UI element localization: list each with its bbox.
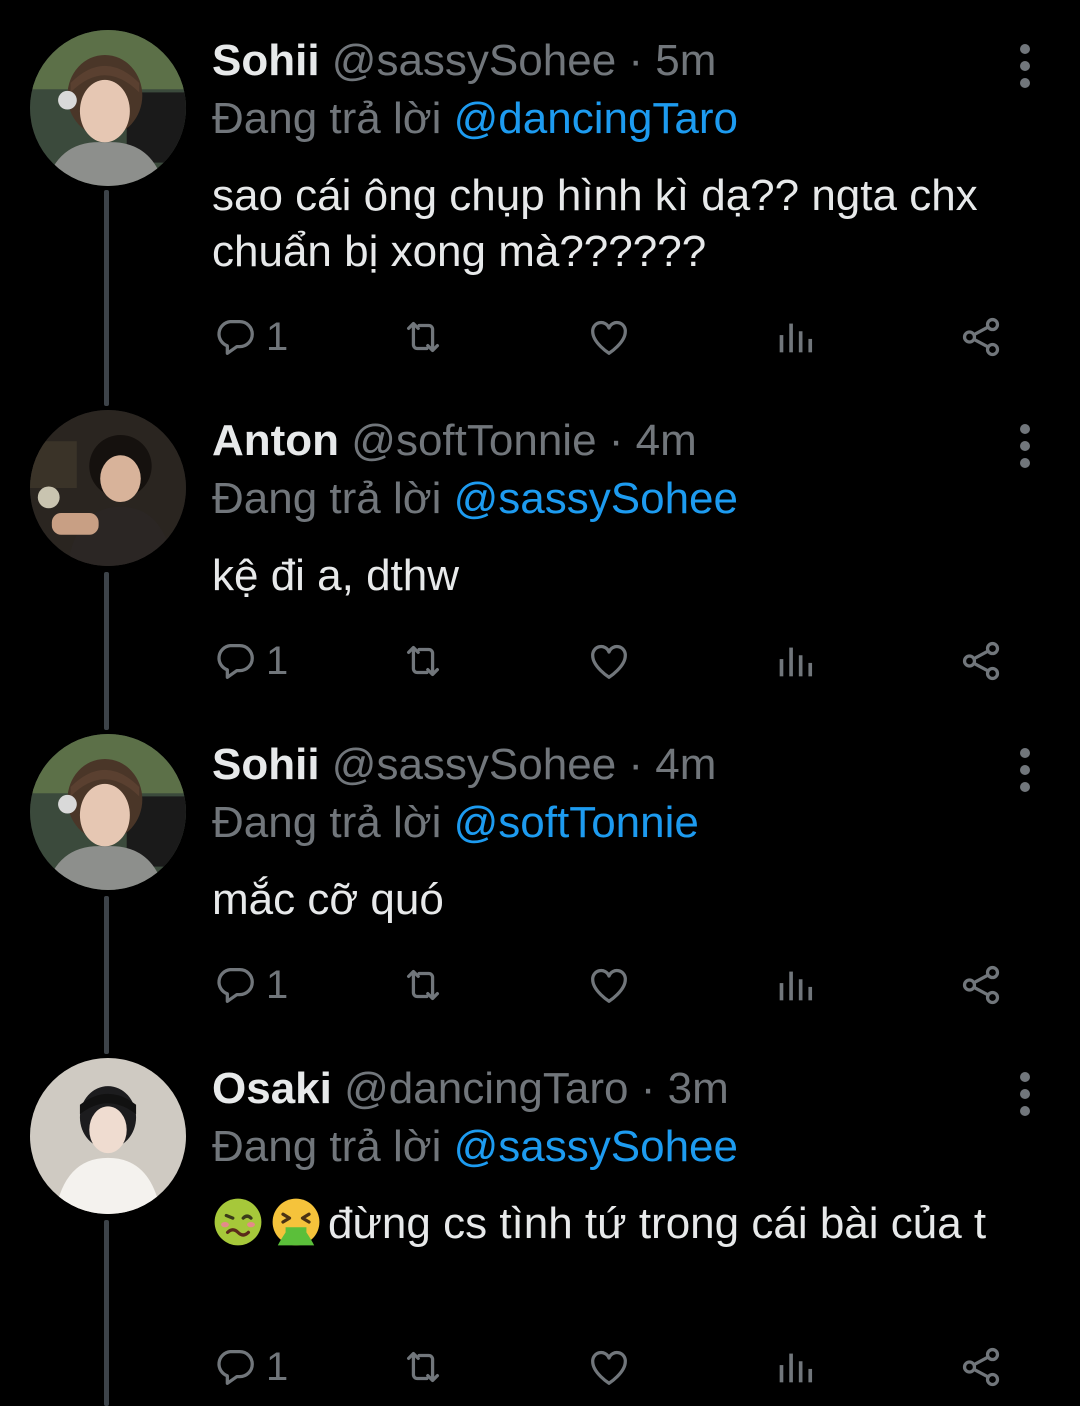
reply-prefix: Đang trả lời [212,798,442,847]
like-button[interactable] [586,636,632,686]
like-button[interactable] [586,960,632,1010]
heart-icon [586,314,632,360]
reply-mention-link[interactable]: @softTonnie [454,798,699,847]
like-button[interactable] [586,1342,632,1392]
user-avatar-sohii [30,734,186,890]
author-name[interactable]: Sohii [212,740,320,789]
heart-icon [586,962,632,1008]
reply-prefix: Đang trả lời [212,1122,442,1171]
share-button[interactable] [958,636,1004,686]
share-icon [958,1344,1004,1390]
reply-icon [212,962,258,1008]
reply-button[interactable]: 1 [212,1342,288,1392]
reply-mention-link[interactable]: @sassySohee [454,474,738,523]
share-icon [958,962,1004,1008]
reply-count: 1 [266,638,289,683]
tweet-actions: 1 [212,636,1032,686]
reply-count: 1 [266,962,289,1007]
tweet-text: kệ đi a, dthw [212,551,460,600]
timestamp[interactable]: 4m [636,416,697,465]
separator: · [628,740,644,789]
tweet[interactable]: Anton @softTonnie · 4m Đang trả lời @sas… [0,410,1080,710]
retweet-button[interactable] [400,960,446,1010]
user-avatar-sohii [30,30,186,186]
reply-button[interactable]: 1 [212,960,288,1010]
retweet-button[interactable] [400,1342,446,1392]
reply-icon [212,1344,258,1390]
replying-to: Đang trả lời @dancingTaro [212,94,738,144]
more-options-icon[interactable] [1018,44,1032,88]
avatar[interactable] [30,1058,186,1214]
tweet-text: sao cái ông chụp hình kì dạ?? ngta chx c… [212,171,978,276]
author-handle[interactable]: @sassySohee [332,36,616,85]
like-button[interactable] [586,312,632,362]
avatar[interactable] [30,30,186,186]
share-button[interactable] [958,1342,1004,1392]
retweet-button[interactable] [400,636,446,686]
timestamp[interactable]: 3m [668,1064,729,1113]
more-options-icon[interactable] [1018,424,1032,468]
reply-prefix: Đang trả lời [212,474,442,523]
avatar[interactable] [30,410,186,566]
more-options-icon[interactable] [1018,748,1032,792]
views-button[interactable] [772,1342,818,1392]
woozy-face-icon [214,1198,262,1246]
tweet-actions: 1 [212,312,1032,362]
views-button[interactable] [772,636,818,686]
author-name[interactable]: Anton [212,416,339,465]
reply-mention-link[interactable]: @sassySohee [454,1122,738,1171]
author-handle[interactable]: @softTonnie [351,416,596,465]
share-button[interactable] [958,960,1004,1010]
separator: · [628,36,644,85]
more-options-icon[interactable] [1018,1072,1032,1116]
reply-button[interactable]: 1 [212,636,288,686]
views-icon [772,962,818,1008]
views-icon [772,1344,818,1390]
reply-count: 1 [266,1344,289,1389]
tweet-text-container: đừng cs tình tứ trong cái bài của t [212,1196,1042,1252]
reply-count: 1 [266,314,289,359]
tweet-actions: 1 [212,1342,1032,1392]
views-icon [772,314,818,360]
retweet-button[interactable] [400,312,446,362]
tweet-text: đừng cs tình tứ trong cái bài của t [328,1199,987,1248]
vomiting-face-icon [272,1198,320,1246]
share-icon [958,314,1004,360]
heart-icon [586,1344,632,1390]
separator: · [608,416,624,465]
reply-icon [212,314,258,360]
author-handle[interactable]: @dancingTaro [344,1064,628,1113]
author-name[interactable]: Osaki [212,1064,332,1113]
tweet[interactable]: Sohii @sassySohee · 5m Đang trả lời @dan… [0,30,1080,370]
retweet-icon [400,962,446,1008]
replying-to: Đang trả lời @sassySohee [212,474,738,524]
reply-icon [212,638,258,684]
retweet-icon [400,1344,446,1390]
separator: · [640,1064,656,1113]
user-avatar-osaki [30,1058,186,1214]
reply-button[interactable]: 1 [212,312,288,362]
tweet[interactable]: Osaki @dancingTaro · 3m Đang trả lời @sa… [0,1058,1080,1406]
timestamp[interactable]: 4m [655,740,716,789]
retweet-icon [400,314,446,360]
reply-prefix: Đang trả lời [212,94,442,143]
avatar[interactable] [30,734,186,890]
tweet-text: mắc cỡ quó [212,875,444,924]
retweet-icon [400,638,446,684]
author-handle[interactable]: @sassySohee [332,740,616,789]
tweet[interactable]: Sohii @sassySohee · 4m Đang trả lời @sof… [0,734,1080,1034]
user-avatar-anton [30,410,186,566]
author-name[interactable]: Sohii [212,36,320,85]
reply-mention-link[interactable]: @dancingTaro [454,94,738,143]
tweet-actions: 1 [212,960,1032,1010]
views-button[interactable] [772,960,818,1010]
views-icon [772,638,818,684]
share-button[interactable] [958,312,1004,362]
share-icon [958,638,1004,684]
replying-to: Đang trả lời @softTonnie [212,798,699,848]
replying-to: Đang trả lời @sassySohee [212,1122,738,1172]
views-button[interactable] [772,312,818,362]
heart-icon [586,638,632,684]
timestamp[interactable]: 5m [655,36,716,85]
